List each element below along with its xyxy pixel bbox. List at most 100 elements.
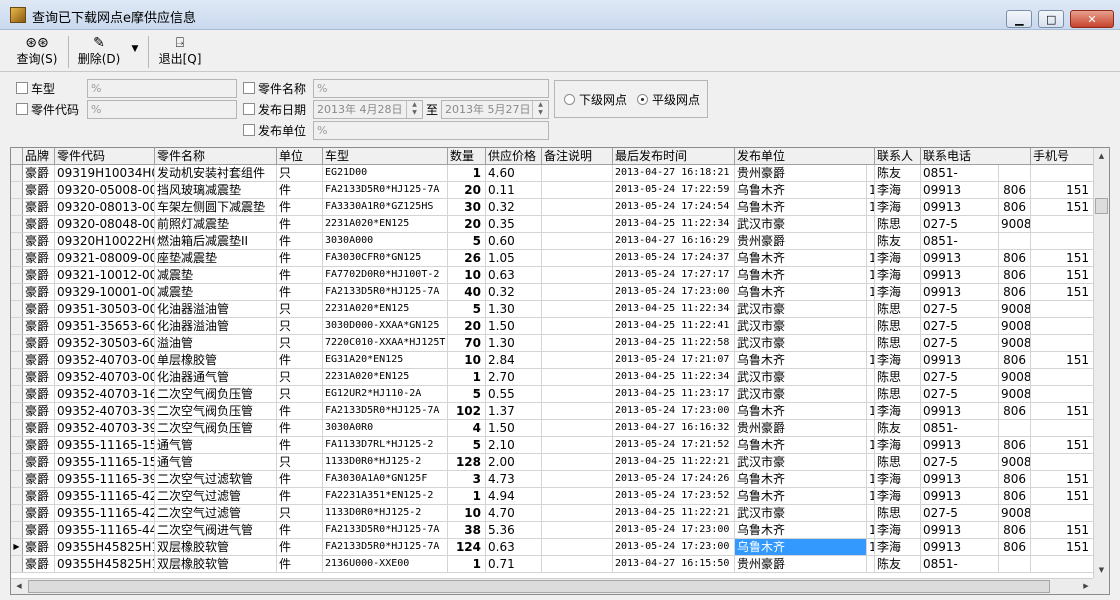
- table-cell[interactable]: [867, 369, 875, 385]
- row-indicator[interactable]: [11, 335, 23, 351]
- table-cell[interactable]: 件: [277, 556, 323, 572]
- table-cell[interactable]: 陈思: [875, 454, 921, 470]
- vehicle-type-input[interactable]: %: [87, 79, 237, 98]
- table-cell[interactable]: 贵州豪爵: [735, 233, 867, 249]
- table-cell[interactable]: 09913: [921, 199, 999, 215]
- table-cell[interactable]: 70: [448, 335, 486, 351]
- table-cell[interactable]: 09913: [921, 471, 999, 487]
- table-cell[interactable]: 李海: [875, 182, 921, 198]
- table-cell[interactable]: 座垫减震垫: [155, 250, 277, 266]
- table-row[interactable]: 豪爵 09352-40703-390 二次空气阀负压管件 FA2133D5R0*HJ1…: [11, 403, 1094, 420]
- vertical-scrollbar[interactable]: ▲ ▼: [1093, 148, 1109, 578]
- table-row[interactable]: 豪爵 09352-40703-000 化油器通气管只 2231A020*EN125 1 2…: [11, 369, 1094, 386]
- table-cell[interactable]: [542, 199, 613, 215]
- table-cell[interactable]: 豪爵: [23, 284, 55, 300]
- table-cell[interactable]: 陈思: [875, 369, 921, 385]
- table-cell[interactable]: 只: [277, 165, 323, 181]
- table-cell[interactable]: 09913: [921, 522, 999, 538]
- table-cell[interactable]: 豪爵: [23, 199, 55, 215]
- table-cell[interactable]: FA2133D5R0*HJ125-7A: [323, 182, 448, 198]
- table-cell[interactable]: 151: [1031, 437, 1094, 453]
- table-cell[interactable]: FA2133D5R0*HJ125-7A: [323, 522, 448, 538]
- row-indicator[interactable]: [11, 437, 23, 453]
- table-cell[interactable]: 李海: [875, 539, 921, 555]
- table-cell[interactable]: 化油器溢油管: [155, 318, 277, 334]
- table-cell[interactable]: 0.32: [486, 199, 542, 215]
- table-cell[interactable]: [1031, 505, 1094, 521]
- table-cell[interactable]: 2013-04-25 11:22:21: [613, 454, 735, 470]
- table-cell[interactable]: 件: [277, 539, 323, 555]
- table-cell[interactable]: 9008: [999, 454, 1031, 470]
- table-cell[interactable]: 38: [448, 522, 486, 538]
- column-header[interactable]: 联系电话: [921, 148, 1031, 164]
- table-cell[interactable]: 2013-05-24 17:24:54: [613, 199, 735, 215]
- table-cell[interactable]: 3030D000-XXAA*GN125: [323, 318, 448, 334]
- table-cell[interactable]: 件: [277, 488, 323, 504]
- table-cell[interactable]: 09355-11165-420: [55, 488, 155, 504]
- table-cell[interactable]: [542, 216, 613, 232]
- table-cell[interactable]: 件: [277, 522, 323, 538]
- table-cell[interactable]: 151: [1031, 182, 1094, 198]
- table-cell[interactable]: 豪爵: [23, 556, 55, 572]
- table-cell[interactable]: [542, 165, 613, 181]
- table-cell[interactable]: 2013-04-25 11:22:41: [613, 318, 735, 334]
- table-cell[interactable]: 806: [999, 471, 1031, 487]
- table-cell[interactable]: 102: [448, 403, 486, 419]
- row-indicator[interactable]: [11, 318, 23, 334]
- table-row[interactable]: 豪爵 09321-08009-000 座垫减震垫件 FA3030CFR0*GN125 2…: [11, 250, 1094, 267]
- table-cell[interactable]: 1: [448, 556, 486, 572]
- table-cell[interactable]: 豪爵: [23, 505, 55, 521]
- table-cell[interactable]: 5: [448, 437, 486, 453]
- vehicle-type-checkbox[interactable]: [16, 82, 28, 94]
- table-cell[interactable]: 化油器通气管: [155, 369, 277, 385]
- table-cell[interactable]: 2013-04-25 11:22:34: [613, 301, 735, 317]
- table-cell[interactable]: 2136U000-XXE00: [323, 556, 448, 572]
- table-row[interactable]: 豪爵 09351-35653-600 化油器溢油管只 3030D000-XXAA*GN…: [11, 318, 1094, 335]
- table-row[interactable]: 豪爵 09355-11165-150 通气管件 FA1133D7RL*HJ125-2 5…: [11, 437, 1094, 454]
- table-cell[interactable]: 件: [277, 267, 323, 283]
- row-indicator[interactable]: ▶: [11, 539, 23, 555]
- table-row[interactable]: 豪爵 09352-30503-600 溢油管只 7220C010-XXAA*HJ125…: [11, 335, 1094, 352]
- table-cell[interactable]: 豪爵: [23, 301, 55, 317]
- table-cell[interactable]: 发动机安装衬套组件: [155, 165, 277, 181]
- table-cell[interactable]: [542, 318, 613, 334]
- table-cell[interactable]: [867, 335, 875, 351]
- date-from-picker[interactable]: 2013年 4月28日 ▲ ▼: [313, 100, 423, 119]
- table-cell[interactable]: 10: [448, 352, 486, 368]
- table-cell[interactable]: 9008: [999, 386, 1031, 402]
- table-cell[interactable]: 武汉市豪: [735, 335, 867, 351]
- table-cell[interactable]: 武汉市豪: [735, 386, 867, 402]
- table-cell[interactable]: FA3030A1A0*GN125F: [323, 471, 448, 487]
- table-row[interactable]: 豪爵09355H45825H140双层橡胶软管件2136U000-XXE0010…: [11, 556, 1094, 573]
- row-indicator[interactable]: [11, 505, 23, 521]
- table-cell[interactable]: 只: [277, 318, 323, 334]
- table-cell[interactable]: 李海: [875, 437, 921, 453]
- table-cell[interactable]: [867, 505, 875, 521]
- table-cell[interactable]: 40: [448, 284, 486, 300]
- table-cell[interactable]: 只: [277, 301, 323, 317]
- table-cell[interactable]: 豪爵: [23, 369, 55, 385]
- table-cell[interactable]: 豪爵: [23, 216, 55, 232]
- table-cell[interactable]: 3: [448, 471, 486, 487]
- row-indicator[interactable]: [11, 284, 23, 300]
- table-cell[interactable]: FA2133D5R0*HJ125-7A: [323, 284, 448, 300]
- table-cell[interactable]: 2013-05-24 17:23:00: [613, 403, 735, 419]
- table-cell[interactable]: 1: [448, 488, 486, 504]
- table-cell[interactable]: 027-5: [921, 335, 999, 351]
- table-cell[interactable]: [999, 233, 1031, 249]
- table-cell[interactable]: 李海: [875, 267, 921, 283]
- table-cell[interactable]: 0.11: [486, 182, 542, 198]
- table-cell[interactable]: 027-5: [921, 454, 999, 470]
- table-cell[interactable]: 件: [277, 216, 323, 232]
- table-row[interactable]: 豪爵 09355-11165-390 二次空气过滤软管件 FA3030A1A0*GN1…: [11, 471, 1094, 488]
- table-cell[interactable]: 贵州豪爵: [735, 556, 867, 572]
- table-cell[interactable]: 806: [999, 267, 1031, 283]
- table-cell[interactable]: [867, 420, 875, 436]
- table-cell[interactable]: 2.70: [486, 369, 542, 385]
- table-cell[interactable]: 30: [448, 199, 486, 215]
- table-cell[interactable]: 乌鲁木齐: [735, 403, 867, 419]
- table-cell[interactable]: [542, 182, 613, 198]
- table-cell[interactable]: 二次空气阀负压管: [155, 386, 277, 402]
- table-cell[interactable]: 806: [999, 284, 1031, 300]
- table-cell[interactable]: 豪爵: [23, 437, 55, 453]
